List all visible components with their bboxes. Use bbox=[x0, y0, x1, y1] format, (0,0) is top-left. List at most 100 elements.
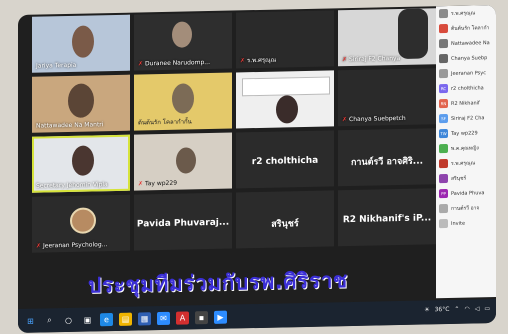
participant-list-name: ต้นต้นรัก โคลากำ bbox=[451, 24, 490, 32]
participant-video bbox=[176, 147, 196, 174]
participant-list-item[interactable]: RC r2 cholthicha bbox=[436, 80, 496, 96]
participant-list-name: สรินุชร์ bbox=[451, 175, 467, 182]
participant-tile[interactable]: R2 Nikhanif's iP... bbox=[338, 188, 436, 247]
banner-sign bbox=[242, 76, 330, 97]
participant-tile[interactable]: ✗ Siriraj F2 Chanya bbox=[338, 8, 436, 67]
participant-list-name: Chanya Suebp bbox=[451, 54, 488, 62]
laptop-screen: Jariya Terapia ✗ Duranee Narudomp... ✗ ร.พ… bbox=[18, 4, 496, 334]
avatar: PP bbox=[439, 188, 448, 199]
participant-name-center: กานต์รวี อาจศิริ... bbox=[350, 156, 424, 168]
participant-list-name: ร.พ.ศรุณุณ bbox=[451, 159, 476, 167]
task-view-icon[interactable]: ○ bbox=[62, 313, 75, 326]
participant-list-item[interactable]: Jeeranan Psyc bbox=[436, 65, 496, 81]
participant-tile[interactable]: ✗ Tay wp229 bbox=[134, 132, 232, 191]
volume-icon[interactable]: ◁ bbox=[475, 305, 480, 312]
weather-icon: ☀ bbox=[424, 306, 430, 314]
battery-icon[interactable]: ▭ bbox=[484, 305, 490, 312]
app-icon[interactable]: ▪ bbox=[195, 310, 208, 324]
participant-name-center: สรินุชร์ bbox=[271, 218, 299, 230]
start-icon[interactable]: ⊞ bbox=[24, 314, 37, 327]
avatar bbox=[439, 218, 448, 229]
avatar bbox=[439, 8, 448, 19]
participant-list-item[interactable]: ร.พ.ศรุณุณ bbox=[436, 5, 496, 21]
mic-muted-icon: ✗ bbox=[138, 180, 144, 188]
edge-icon[interactable]: e bbox=[100, 312, 113, 326]
participant-video bbox=[276, 95, 298, 124]
avatar bbox=[439, 203, 448, 214]
participant-name: ✗ Tay wp229 bbox=[138, 179, 178, 188]
participant-list-item[interactable]: ร.พ.ศรุณุณ bbox=[436, 155, 496, 171]
participant-list-item[interactable]: พ.ค.คุณหญิง bbox=[436, 140, 496, 156]
participant-name: ✗ ร.พ.ศรุณุณ bbox=[240, 56, 277, 65]
participant-name: ✗ Chanya Suebpetch bbox=[342, 114, 406, 124]
participant-video bbox=[68, 83, 94, 118]
participant-list-item[interactable]: Invite bbox=[436, 215, 496, 231]
temperature-label: 36°C bbox=[434, 305, 450, 314]
participant-name-center: R2 Nikhanif's iP... bbox=[342, 212, 432, 225]
participant-name: ต้นต้นรัก โคลากำกั้น bbox=[138, 118, 192, 127]
participant-list-name: พ.ค.คุณหญิง bbox=[451, 144, 479, 152]
participant-name: ✗ Duranee Narudomp... bbox=[138, 58, 210, 68]
participant-list-item[interactable]: PP Pavida Phuva bbox=[436, 185, 496, 201]
active-speaker-tile[interactable]: Secretary Jehomin Vipla bbox=[32, 134, 130, 193]
zoom-icon[interactable]: ▶ bbox=[214, 310, 227, 324]
file-explorer-icon[interactable]: ▤ bbox=[119, 312, 132, 326]
participant-list-name: Invite bbox=[451, 220, 466, 227]
participant-list-item[interactable]: RN R2 Nikhanif bbox=[436, 95, 496, 111]
avatar bbox=[439, 38, 448, 49]
participant-name-center: r2 cholthicha bbox=[251, 155, 319, 167]
participant-list-name: Nattawadee Na bbox=[451, 39, 490, 47]
participant-tile[interactable]: ✗ ร.พ.ศรุณุณ bbox=[236, 10, 334, 69]
participants-panel: ร.พ.ศรุณุณ ต้นต้นรัก โคลากำ Nattawadee Na C… bbox=[436, 4, 496, 299]
participant-list-item[interactable]: Chanya Suebp bbox=[436, 50, 496, 66]
participant-list-item[interactable]: กานต์รวี อาจ bbox=[436, 200, 496, 216]
participant-list-item[interactable]: ต้นต้นรัก โคลากำ bbox=[436, 20, 496, 36]
participant-list-name: ร.พ.ศรุณุณ bbox=[451, 9, 476, 17]
participant-name: Nattawadee Na Mantri bbox=[36, 121, 104, 130]
avatar bbox=[439, 53, 448, 64]
participant-tile[interactable]: Jariya Terapia bbox=[32, 14, 130, 73]
participant-tile[interactable]: ✗ Duranee Narudomp... bbox=[134, 12, 232, 71]
mic-muted-icon: ✗ bbox=[36, 242, 42, 250]
avatar: TW bbox=[439, 128, 448, 139]
participant-tile[interactable]: Nattawadee Na Mantri bbox=[32, 74, 130, 133]
participant-list-name: กานต์รวี อาจ bbox=[451, 204, 480, 212]
video-caption: ประชุมทีมร่วมกับรพ.ศิริราช bbox=[88, 268, 348, 298]
participant-tile[interactable]: ✗ Chanya Suebpetch bbox=[338, 68, 436, 127]
mic-muted-icon: ✗ bbox=[342, 56, 348, 64]
participant-video bbox=[72, 25, 94, 58]
search-icon[interactable]: ⌕ bbox=[43, 314, 56, 327]
participant-tile[interactable]: ต้นต้นรัก โคลากำกั้น bbox=[134, 72, 232, 131]
photo-frame: Jariya Terapia ✗ Duranee Narudomp... ✗ ร.พ… bbox=[0, 0, 508, 334]
participant-video bbox=[398, 8, 428, 60]
avatar bbox=[439, 158, 448, 169]
participant-video bbox=[72, 145, 94, 176]
mic-muted-icon: ✗ bbox=[240, 57, 246, 65]
participant-list-item[interactable]: TW Tay wp229 bbox=[436, 125, 496, 141]
participant-list-item[interactable]: Nattawadee Na bbox=[436, 35, 496, 51]
participant-list-name: Jeeranan Psyc bbox=[451, 69, 486, 77]
acrobat-icon[interactable]: A bbox=[176, 310, 189, 325]
participant-list-item[interactable]: SF Siriraj F2 Cha bbox=[436, 110, 496, 126]
participant-tile[interactable]: ✗ Jeeranan Psycholog... bbox=[32, 194, 130, 253]
participant-list-name: r2 cholthicha bbox=[451, 84, 484, 92]
participant-tile[interactable] bbox=[236, 70, 334, 129]
mic-muted-icon: ✗ bbox=[342, 116, 348, 124]
participant-list-item[interactable]: สรินุชร์ bbox=[436, 170, 496, 186]
participant-tile[interactable]: สรินุชร์ bbox=[236, 190, 334, 249]
chevron-up-icon[interactable]: ⌃ bbox=[454, 306, 459, 313]
participant-tile[interactable]: กานต์รวี อาจศิริ... bbox=[338, 128, 436, 187]
participant-name: Jariya Terapia bbox=[36, 61, 77, 70]
avatar bbox=[439, 143, 448, 154]
participant-list-name: Tay wp229 bbox=[451, 129, 478, 137]
widgets-icon[interactable]: ▣ bbox=[81, 313, 94, 326]
mail-icon[interactable]: ✉ bbox=[157, 311, 170, 325]
participant-tile[interactable]: Pavida Phuvaraj... bbox=[134, 192, 232, 251]
participant-tile[interactable]: r2 cholthicha bbox=[236, 130, 334, 189]
store-icon[interactable]: ▦ bbox=[138, 311, 151, 325]
avatar bbox=[439, 173, 448, 184]
avatar bbox=[70, 207, 96, 234]
avatar: RN bbox=[439, 98, 448, 109]
wifi-icon[interactable]: ◠ bbox=[464, 306, 469, 313]
participant-list-name: Pavida Phuva bbox=[451, 189, 485, 197]
